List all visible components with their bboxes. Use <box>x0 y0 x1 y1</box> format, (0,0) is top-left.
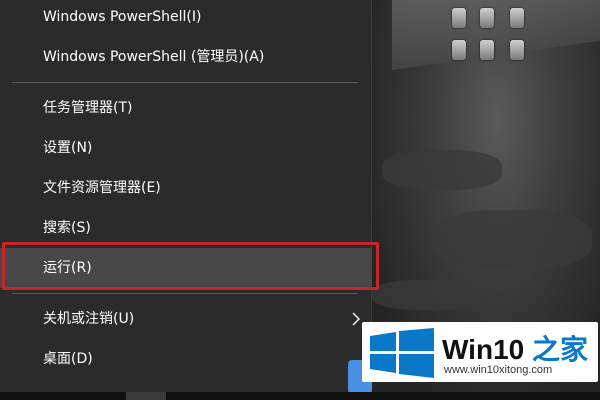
background-bolt <box>480 40 494 60</box>
menu-item-desktop[interactable]: 桌面(D) <box>0 339 372 379</box>
background-debris <box>372 280 482 310</box>
menu-item-label: 设置(N) <box>43 140 93 156</box>
start-context-menu: Windows PowerShell(I) Windows PowerShell… <box>0 0 372 400</box>
logo-brand-suffix: 之家 <box>532 334 589 365</box>
chevron-right-icon <box>352 312 360 326</box>
taskbar <box>0 392 600 400</box>
menu-item-label: 文件资源管理器(E) <box>43 180 161 196</box>
menu-item-label: 搜索(S) <box>43 220 91 236</box>
logo-url: www.win10xitong.com <box>444 364 553 376</box>
windows-logo-icon <box>370 328 434 378</box>
background-rail <box>392 0 600 70</box>
background-bolt <box>510 40 524 60</box>
menu-item-file-explorer[interactable]: 文件资源管理器(E) <box>0 168 372 208</box>
logo-brand-prefix: Win10 <box>442 334 525 365</box>
background-debris <box>382 150 502 190</box>
logo-brand: Win10 之家 <box>442 328 588 368</box>
background-bolt <box>452 40 466 60</box>
menu-item-shutdown[interactable]: 关机或注销(U) <box>0 299 372 339</box>
taskbar-button[interactable] <box>126 392 166 400</box>
menu-item-task-manager[interactable]: 任务管理器(T) <box>0 88 372 128</box>
background-bolt <box>510 8 524 28</box>
watermark-logo: Win10 之家 www.win10xitong.com <box>362 322 598 382</box>
menu-item-label: 任务管理器(T) <box>43 100 133 116</box>
menu-item-settings[interactable]: 设置(N) <box>0 128 372 168</box>
menu-item-powershell-admin[interactable]: Windows PowerShell (管理员)(A) <box>0 37 372 77</box>
background-bolt <box>452 8 466 28</box>
background-debris <box>432 210 592 270</box>
menu-item-label: Windows PowerShell(I) <box>43 9 202 25</box>
menu-separator <box>12 82 358 83</box>
menu-item-label: 关机或注销(U) <box>43 311 135 327</box>
menu-item-label: 桌面(D) <box>43 351 93 367</box>
highlight-box <box>2 242 379 290</box>
menu-item-label: Windows PowerShell (管理员)(A) <box>43 49 265 65</box>
menu-separator <box>12 293 358 294</box>
background-bolt <box>480 8 494 28</box>
menu-item-powershell[interactable]: Windows PowerShell(I) <box>0 0 372 37</box>
